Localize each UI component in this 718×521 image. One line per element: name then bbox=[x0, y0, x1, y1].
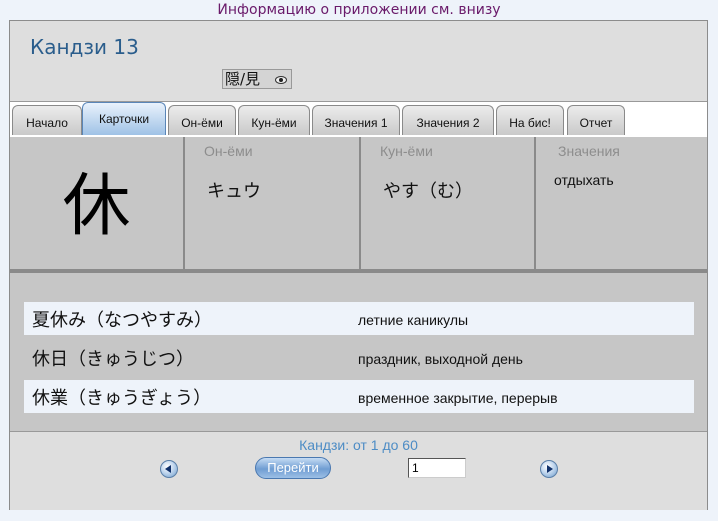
example-word: 休日（きゅうじつ） bbox=[32, 349, 194, 370]
kun-yomi-value: やす（む） bbox=[383, 181, 473, 202]
on-yomi-label: Он-ёми bbox=[204, 143, 253, 159]
example-word: 休業（きゅうぎょう） bbox=[32, 388, 212, 409]
on-yomi-value: キュウ bbox=[207, 181, 261, 202]
example-row: 休業（きゅうぎょう） временное закрытие, перерыв bbox=[24, 380, 694, 413]
tab-start[interactable]: Начало bbox=[12, 105, 82, 135]
kanji-cell: 休 bbox=[10, 137, 185, 271]
page-number-input[interactable] bbox=[408, 458, 466, 478]
meaning-value: отдыхать bbox=[554, 172, 614, 188]
card-content: 休 Он-ёми キュウ Кун-ёми やす（む） Значения отды… bbox=[10, 137, 707, 431]
app-frame: Кандзи 13 隠/見 Начало Карточки Он-ёми Кун… bbox=[9, 20, 708, 510]
example-word: 夏休み（なつやすみ） bbox=[32, 310, 212, 331]
tab-bar: Начало Карточки Он-ёми Кун-ёми Значения … bbox=[10, 101, 707, 138]
example-translation: праздник, выходной день bbox=[358, 351, 523, 367]
meaning-label: Значения bbox=[558, 143, 620, 159]
example-translation: летние каникулы bbox=[358, 312, 469, 328]
show-hide-toggle-button[interactable]: 隠/見 bbox=[222, 69, 292, 89]
app-header: Кандзи 13 隠/見 bbox=[10, 21, 707, 101]
tab-kun-yomi[interactable]: Кун-ёми bbox=[238, 105, 310, 135]
go-button[interactable]: Перейти bbox=[255, 457, 331, 479]
kun-yomi-cell: Кун-ёми やす（む） bbox=[361, 137, 536, 271]
kanji-character: 休 bbox=[62, 167, 131, 246]
on-yomi-cell: Он-ёми キュウ bbox=[185, 137, 361, 271]
prev-arrow-icon[interactable] bbox=[160, 460, 178, 478]
tab-cards[interactable]: Карточки bbox=[82, 102, 166, 135]
kanji-range-text: Кандзи: от 1 до 60 bbox=[299, 437, 418, 453]
example-row: 夏休み（なつやすみ） летние каникулы bbox=[24, 302, 694, 335]
section-divider bbox=[10, 271, 707, 273]
eye-icon bbox=[275, 76, 287, 84]
meaning-cell: Значения отдыхать bbox=[536, 137, 707, 271]
tab-encore[interactable]: На бис! bbox=[496, 105, 564, 135]
tab-on-yomi[interactable]: Он-ёми bbox=[168, 105, 236, 135]
tab-meanings-1[interactable]: Значения 1 bbox=[312, 105, 400, 135]
top-info-note: Информацию о приложении см. внизу bbox=[217, 2, 501, 18]
toggle-label: 隠/見 bbox=[225, 70, 261, 88]
next-arrow-icon[interactable] bbox=[540, 460, 558, 478]
example-row: 休日（きゅうじつ） праздник, выходной день bbox=[24, 341, 694, 374]
example-translation: временное закрытие, перерыв bbox=[358, 390, 558, 406]
tab-report[interactable]: Отчет bbox=[567, 105, 625, 135]
navigation-footer: Кандзи: от 1 до 60 Перейти bbox=[10, 431, 707, 510]
kun-yomi-label: Кун-ёми bbox=[380, 143, 433, 159]
tab-meanings-2[interactable]: Значения 2 bbox=[402, 105, 494, 135]
app-title: Кандзи 13 bbox=[30, 35, 139, 59]
